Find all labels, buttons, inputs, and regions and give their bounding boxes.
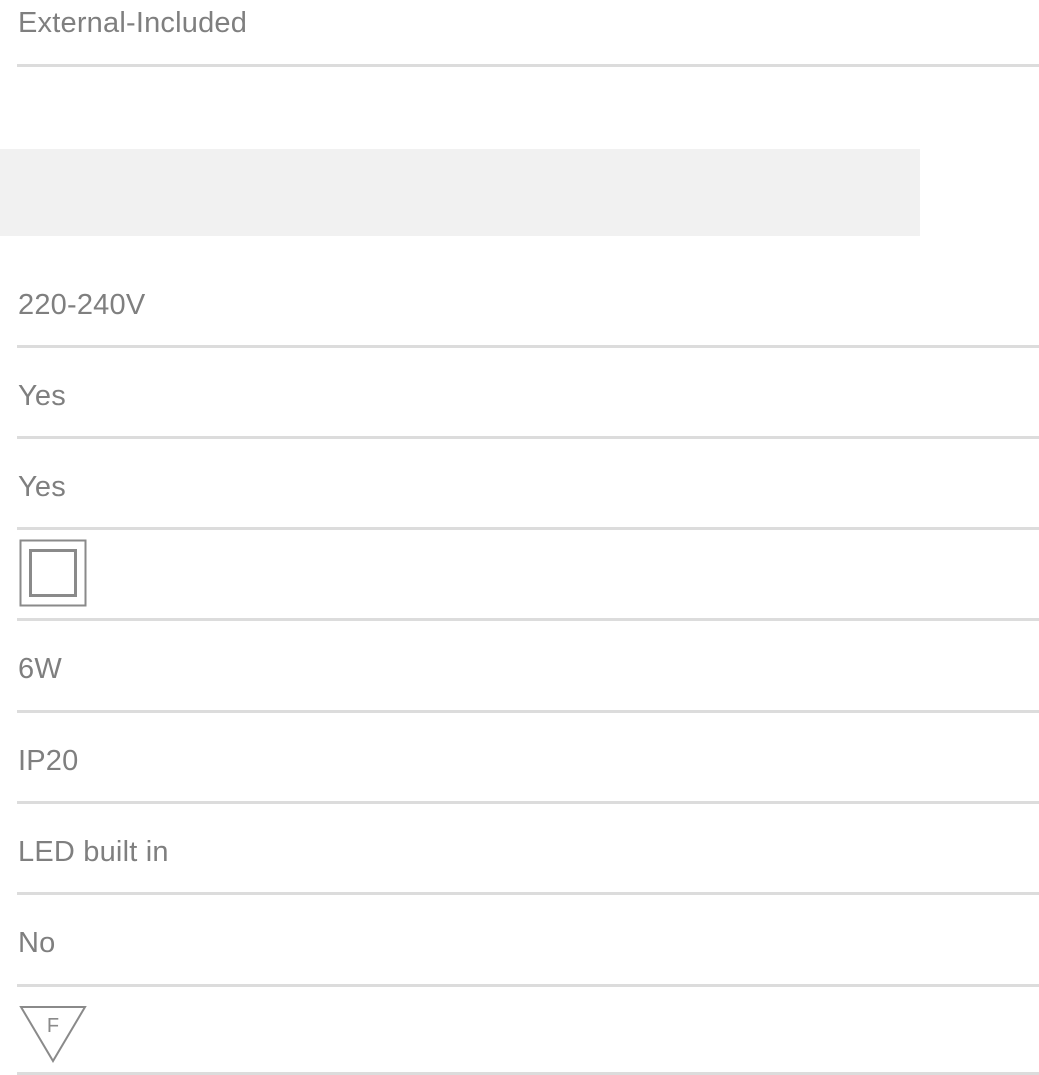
section-header-bar — [0, 149, 920, 236]
spec-row-driver: Yes — [17, 439, 1039, 530]
f-triangle-icon: F — [19, 1005, 87, 1068]
spec-value: 6W — [18, 653, 62, 685]
spec-row-ip-rating: IP20 — [17, 713, 1039, 804]
spec-value: Yes — [18, 380, 66, 412]
f-triangle-letter: F — [47, 1015, 59, 1037]
spec-row-wattage: 6W — [17, 621, 1039, 713]
spec-row-insulation-class — [17, 530, 1039, 621]
spec-row-mounting-mark: F — [17, 987, 1039, 1075]
spec-row-dimmable: Yes — [17, 348, 1039, 439]
spec-value: IP20 — [18, 745, 79, 777]
spec-value: 220-240V — [18, 289, 146, 321]
spec-value: LED built in — [18, 836, 169, 868]
spec-row-voltage: 220-240V — [17, 256, 1039, 348]
spec-row-power-supply: External-Included — [17, 0, 1039, 67]
spec-value: No — [18, 927, 56, 959]
spec-row-bulb-replaceable: No — [17, 895, 1039, 987]
class-ii-double-square-icon — [19, 539, 87, 612]
spec-value: External-Included — [18, 7, 248, 39]
spec-value: Yes — [18, 471, 66, 503]
spec-row-lamp-type: LED built in — [17, 804, 1039, 895]
